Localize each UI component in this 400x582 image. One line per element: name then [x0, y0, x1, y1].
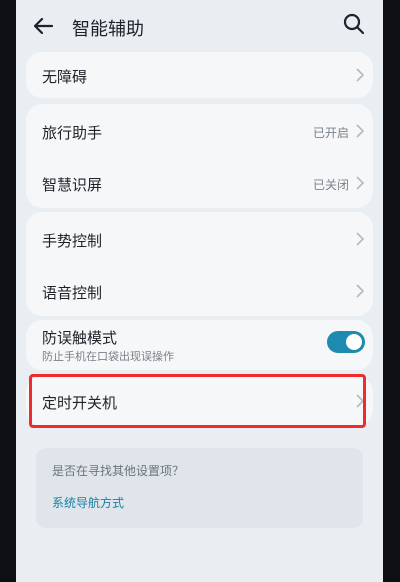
- setting-label: 手势控制: [42, 232, 103, 250]
- chevron-right-icon: [356, 124, 365, 138]
- arrow-left-icon[interactable]: [30, 12, 58, 40]
- system-navigation-link[interactable]: 系统导航方式: [52, 494, 124, 511]
- setting-row-voice-control[interactable]: 语音控制: [26, 264, 373, 316]
- settings-card-anti-touch: 防误触模式 防止手机在口袋出现误操作: [26, 320, 373, 370]
- setting-label: 语音控制: [42, 284, 103, 302]
- setting-row-gesture-control[interactable]: 手势控制: [26, 212, 373, 264]
- anti-touch-toggle[interactable]: [327, 331, 365, 353]
- setting-row-travel-assistant[interactable]: 旅行助手 已开启: [26, 104, 373, 156]
- chevron-right-icon: [356, 284, 365, 298]
- setting-label: 旅行助手: [42, 124, 103, 142]
- settings-card-accessibility: 无障碍: [26, 52, 373, 98]
- setting-subtitle: 防止手机在口袋出现误操作: [42, 350, 174, 363]
- setting-status: 已开启: [312, 126, 349, 140]
- settings-screen: 智能辅助 无障碍 旅行助手 已开启 智慧识屏 已关闭 手势控制 语音控制 防误触…: [16, 0, 383, 582]
- suggestion-card: 是否在寻找其他设置项？ 系统导航方式: [36, 448, 363, 528]
- setting-status: 已关闭: [312, 178, 349, 192]
- setting-row-anti-touch[interactable]: 防误触模式 防止手机在口袋出现误操作: [26, 320, 373, 370]
- toggle-knob: [346, 334, 362, 350]
- chevron-right-icon: [356, 68, 365, 82]
- setting-label: 智慧识屏: [42, 176, 103, 194]
- setting-row-smart-screen[interactable]: 智慧识屏 已关闭: [26, 156, 373, 208]
- highlight-box: [29, 374, 366, 428]
- setting-label: 无障碍: [42, 68, 88, 86]
- search-icon[interactable]: [341, 11, 367, 37]
- setting-row-accessibility[interactable]: 无障碍: [26, 52, 373, 98]
- app-bar: 智能辅助: [16, 0, 383, 56]
- settings-card-control: 手势控制 语音控制: [26, 212, 373, 316]
- chevron-right-icon: [356, 176, 365, 190]
- suggestion-question: 是否在寻找其他设置项？: [52, 464, 185, 478]
- chevron-right-icon: [356, 232, 365, 246]
- setting-label: 防误触模式: [42, 329, 118, 347]
- page-title: 智能辅助: [72, 19, 144, 40]
- settings-card-assistant: 旅行助手 已开启 智慧识屏 已关闭: [26, 104, 373, 208]
